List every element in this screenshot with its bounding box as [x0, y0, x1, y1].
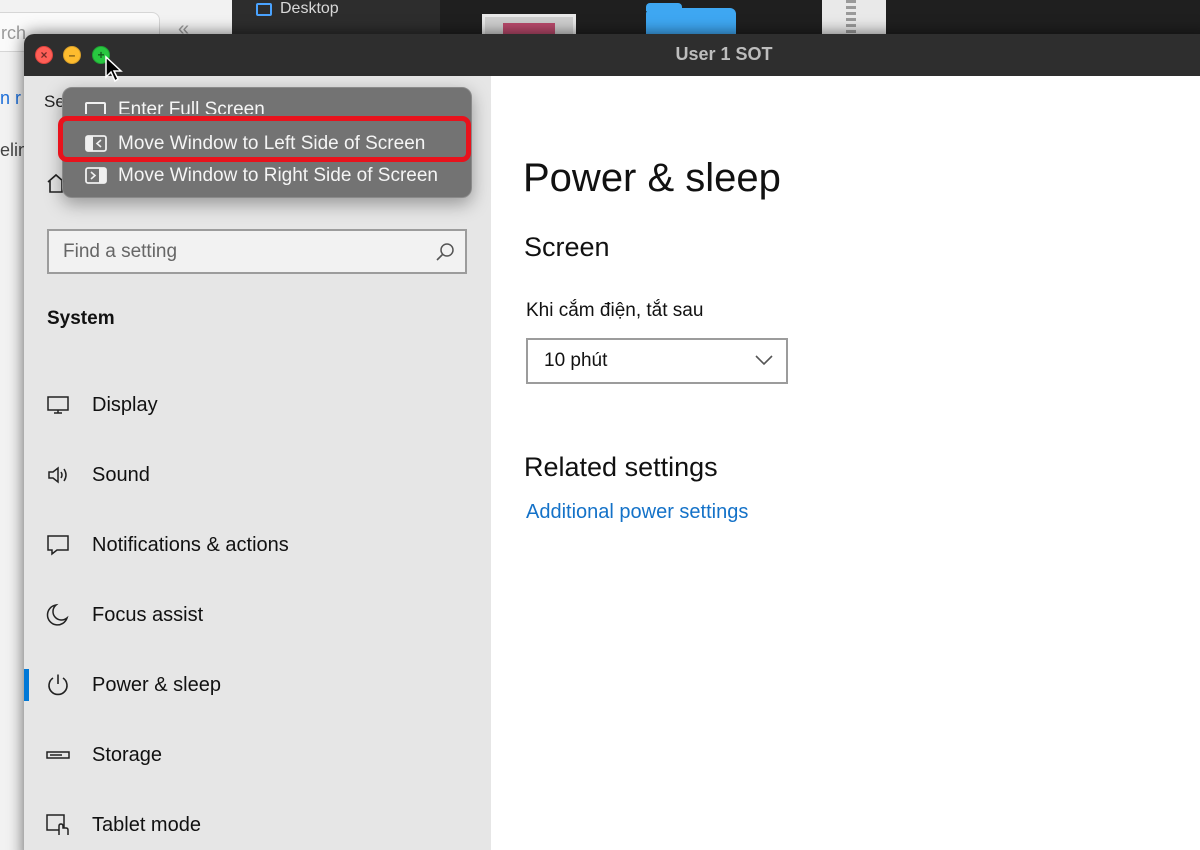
sidebar-item-label: Notifications & actions	[92, 534, 289, 556]
close-button[interactable]: ×	[35, 46, 53, 64]
background-desktop-label: Desktop	[280, 0, 339, 17]
minimize-button[interactable]: –	[63, 46, 81, 64]
menu-item-label: Move Window to Right Side of Screen	[118, 165, 438, 186]
sidebar-item-label: Power & sleep	[92, 674, 221, 696]
search-input[interactable]	[63, 231, 423, 272]
highlight-annotation	[58, 116, 471, 162]
sound-icon	[48, 466, 67, 484]
sidebar-item-display[interactable]: Display	[24, 380, 491, 430]
minimize-icon: –	[68, 48, 76, 62]
sidebar-item-sound[interactable]: Sound	[24, 450, 491, 500]
tablet-mode-icon	[46, 814, 69, 835]
close-icon: ×	[40, 48, 48, 62]
dropdown-selected-value: 10 phút	[544, 350, 608, 371]
sidebar-item-storage[interactable]: Storage	[24, 730, 491, 780]
sidebar-item-label: Sound	[92, 464, 150, 486]
related-settings-heading: Related settings	[524, 452, 718, 482]
plugged-in-timeout-label: Khi cắm điện, tắt sau	[526, 300, 704, 321]
chevron-down-icon	[755, 355, 773, 366]
power-icon	[48, 674, 68, 696]
tile-right-icon	[85, 167, 107, 184]
focus-assist-icon	[46, 603, 69, 626]
desktop-folder-icon	[256, 2, 272, 16]
background-sidebar-item-desktop: Desktop	[256, 0, 339, 18]
page-title: Power & sleep	[523, 156, 781, 200]
window-title: User 1 SOT	[675, 44, 773, 64]
mouse-cursor-icon	[105, 55, 123, 83]
section-title-system: System	[47, 308, 115, 329]
search-icon[interactable]	[435, 242, 455, 262]
notifications-icon	[47, 535, 69, 556]
sidebar-item-focus-assist[interactable]: Focus assist	[24, 590, 491, 640]
sidebar-item-power-sleep[interactable]: Power & sleep	[24, 660, 491, 710]
sidebar-item-tablet-mode[interactable]: Tablet mode	[24, 800, 491, 850]
settings-content: Power & sleep Screen Khi cắm điện, tắt s…	[491, 76, 1200, 850]
sidebar-item-label: Display	[92, 394, 158, 416]
sidebar-item-label: Tablet mode	[92, 814, 201, 836]
storage-icon	[46, 751, 70, 759]
sidebar-item-label: Focus assist	[92, 604, 204, 626]
screen-section-heading: Screen	[524, 232, 610, 262]
plugged-in-timeout-dropdown[interactable]: 10 phút	[526, 338, 788, 384]
sidebar-item-notifications[interactable]: Notifications & actions	[24, 520, 491, 570]
additional-power-settings-link[interactable]: Additional power settings	[526, 501, 748, 524]
menu-item-move-right[interactable]: Move Window to Right Side of Screen	[63, 160, 471, 192]
sidebar-item-label: Storage	[92, 744, 163, 766]
background-text-fragment: n r	[0, 88, 22, 108]
display-icon	[47, 396, 69, 414]
search-field[interactable]	[47, 229, 467, 274]
title-bar[interactable]: × – + User 1 SOT	[24, 34, 1200, 76]
